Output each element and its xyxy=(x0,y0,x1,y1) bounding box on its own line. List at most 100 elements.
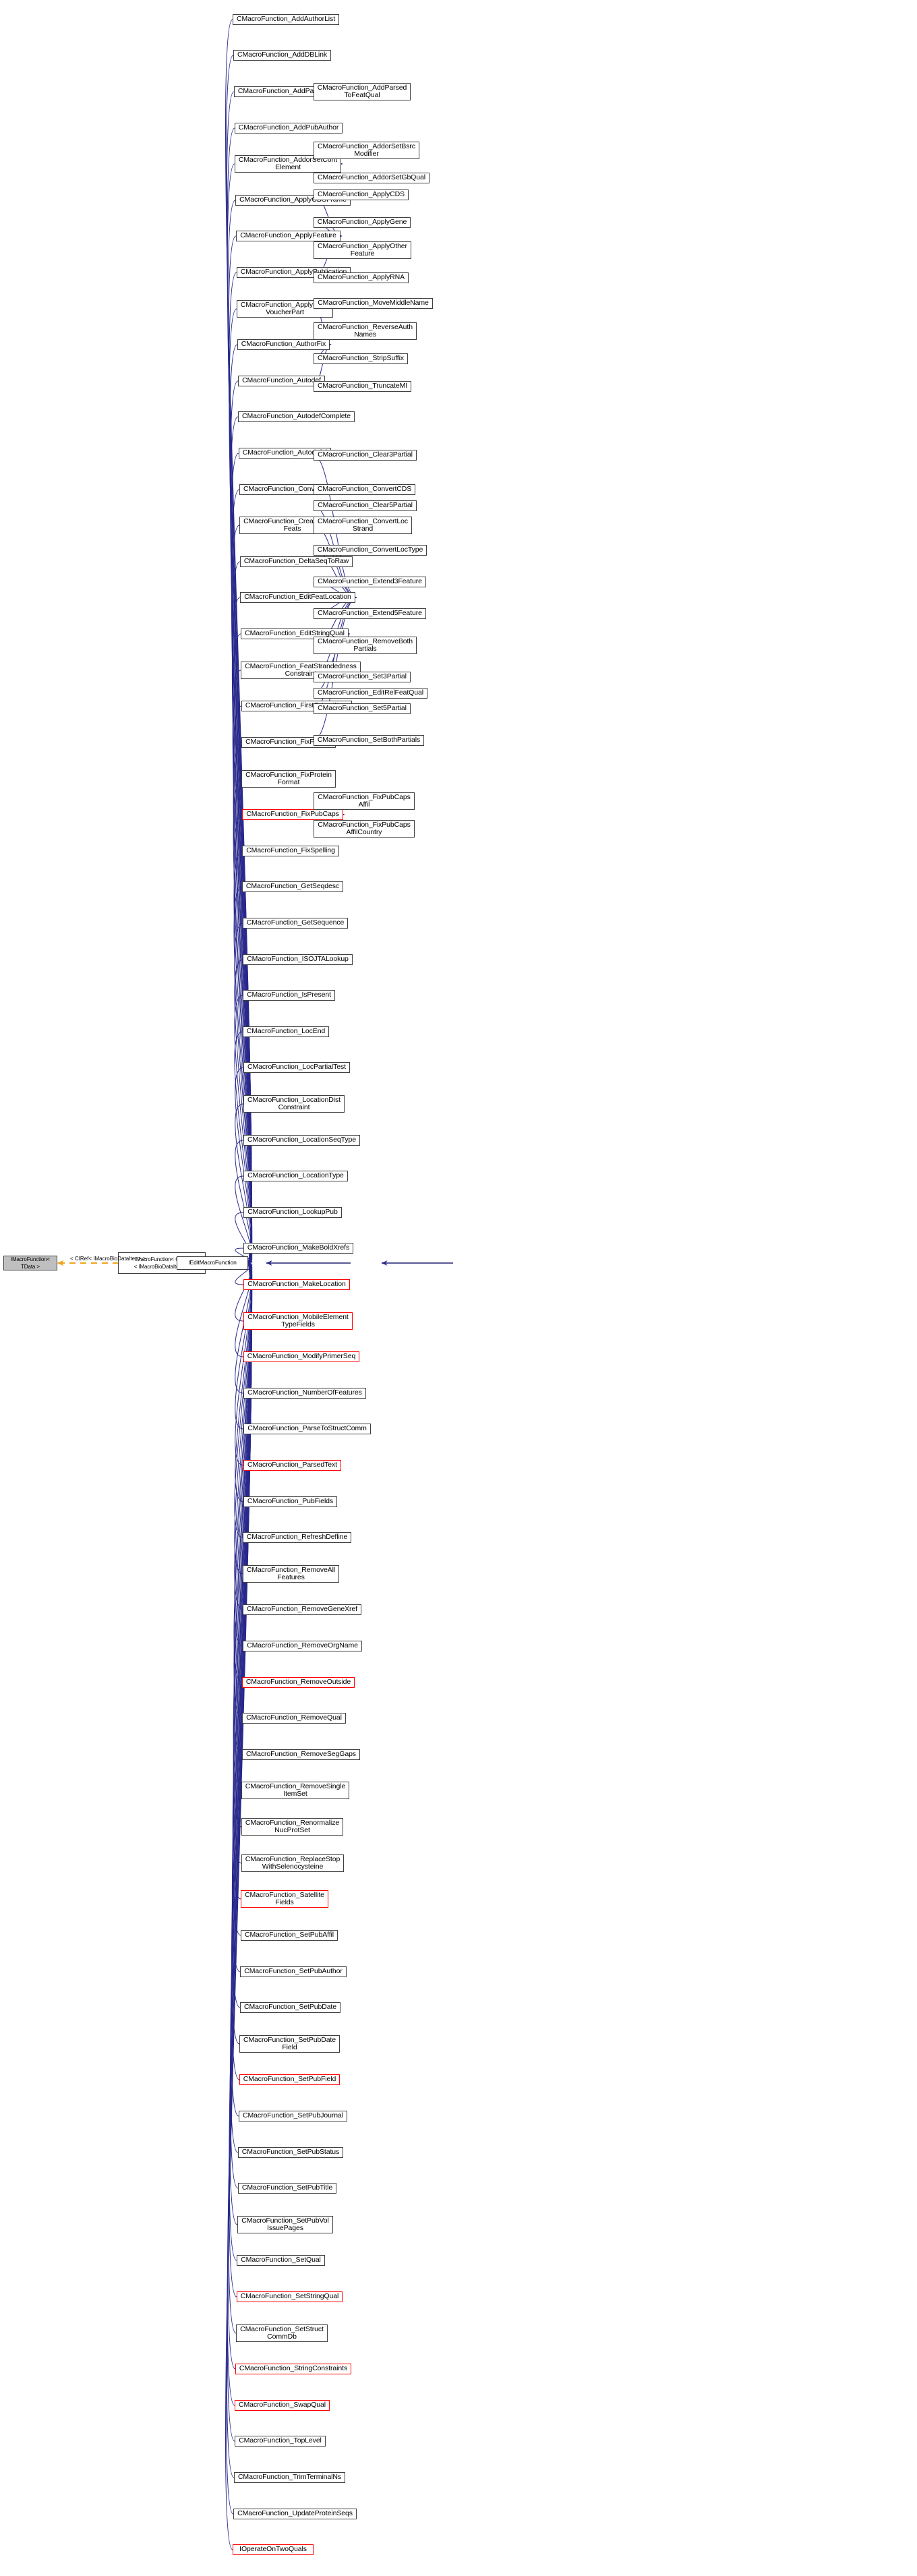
class-node[interactable]: CMacroFunction_FixProtein Format xyxy=(241,770,336,788)
class-node[interactable]: CMacroFunction_AddorSetBsrc Modifier xyxy=(314,142,419,159)
class-node[interactable]: CMacroFunction_DeltaSeqToRaw xyxy=(240,556,353,567)
class-node[interactable]: CMacroFunction_LookupPub xyxy=(243,1207,342,1218)
inherit-edge xyxy=(231,489,252,1264)
class-node[interactable]: CMacroFunction_ReverseAuth Names xyxy=(314,322,417,340)
class-node[interactable]: CMacroFunction_AuthorFix xyxy=(237,339,330,350)
class-node[interactable]: CMacroFunction_TruncateMI xyxy=(314,381,411,392)
class-node[interactable]: CMacroFunction_ApplyOther Feature xyxy=(314,241,411,259)
class-node[interactable]: CMacroFunction_SetStringQual xyxy=(237,2291,343,2302)
class-node[interactable]: CMacroFunction_RemoveOrgName xyxy=(243,1641,362,1651)
class-node[interactable]: CMacroFunction_Clear3Partial xyxy=(314,450,417,461)
class-node[interactable]: CMacroFunction_EditRelFeatQual xyxy=(314,688,427,699)
class-node[interactable]: CMacroFunction_SetPubJournal xyxy=(239,2111,347,2121)
class-node[interactable]: CMacroFunction_Satellite Fields xyxy=(241,1890,328,1908)
class-node[interactable]: CMacroFunction_MakeLocation xyxy=(243,1279,350,1290)
class-node[interactable]: CMacroFunction_RemoveQual xyxy=(242,1713,346,1724)
inherit-edge xyxy=(235,1212,253,1264)
class-node[interactable]: CMacroFunction_FixSpelling xyxy=(242,846,339,856)
class-node[interactable]: CMacroFunction_ApplyCDS xyxy=(314,189,409,200)
class-node[interactable]: CMacroFunction_IsPresent xyxy=(243,990,335,1001)
class-node[interactable]: CMacroFunction_ReplaceStop WithSelenocys… xyxy=(241,1854,344,1872)
class-node[interactable]: CMacroFunction_SetPubVol IssuePages xyxy=(237,2216,333,2233)
class-node[interactable]: CMacroFunction_ISOJTALookup xyxy=(243,954,353,965)
class-node[interactable]: CMacroFunction_RemoveSegGaps xyxy=(242,1749,360,1760)
class-node[interactable]: CMacroFunction_Autodef xyxy=(238,376,325,386)
class-node[interactable]: CMacroFunction_ConvertLocType xyxy=(314,545,427,556)
class-node[interactable]: CMacroFunction_AddAuthorList xyxy=(233,14,339,25)
class-node[interactable]: CMacroFunction_SetQual xyxy=(237,2255,325,2266)
class-node[interactable]: CMacroFunction_FixPubCaps Affil xyxy=(314,792,415,810)
class-node[interactable]: CMacroFunction_RemoveOutside xyxy=(242,1677,355,1688)
class-node[interactable]: CMacroFunction_ApplyFeature xyxy=(236,231,341,241)
class-node[interactable]: CMacroFunction_NumberOfFeatures xyxy=(243,1388,366,1399)
class-node[interactable]: CMacroFunction_RemoveBoth Partials xyxy=(314,637,417,654)
inherit-edge xyxy=(231,1262,252,2080)
class-node[interactable]: CMacroFunction_EditFeatLocation xyxy=(240,592,355,603)
class-node[interactable]: CMacroFunction_Set5Partial xyxy=(314,703,411,714)
class-node[interactable]: CMacroFunction_ParseToStructComm xyxy=(243,1424,371,1434)
class-node[interactable]: CMacroFunction_GetSeqdesc xyxy=(242,881,343,892)
class-node[interactable]: CMacroFunction_LocationSeqType xyxy=(243,1135,360,1146)
class-node[interactable]: CMacroFunction_Renormalize NucProtSet xyxy=(241,1818,343,1836)
class-node[interactable]: CMacroFunction_SetPubTitle xyxy=(238,2183,336,2194)
inherit-edge xyxy=(233,1262,253,1791)
class-node[interactable]: CMacroFunction_SetPubAffil xyxy=(241,1930,338,1941)
class-node[interactable]: CMacroFunction_RefreshDefline xyxy=(243,1532,351,1543)
class-node[interactable]: CMacroFunction_LocEnd xyxy=(243,1026,329,1037)
class-node[interactable]: CMacroFunction_SetPubStatus xyxy=(238,2147,343,2158)
class-node[interactable]: CMacroFunction_FixPubCaps AffilCountry xyxy=(314,820,415,838)
node-ieditmacrofunction[interactable]: IEditMacroFunction xyxy=(177,1256,248,1270)
class-node[interactable]: CMacroFunction_TrimTerminalNs xyxy=(234,2472,345,2483)
class-node[interactable]: CMacroFunction_SetStruct CommDb xyxy=(236,2324,328,2342)
class-node[interactable]: CMacroFunction_Clear5Partial xyxy=(314,500,417,511)
class-node[interactable]: CMacroFunction_ApplyRNA xyxy=(314,272,409,283)
class-node[interactable]: CMacroFunction_RemoveAll Features xyxy=(243,1565,339,1583)
class-node[interactable]: CMacroFunction_ParsedText xyxy=(243,1460,341,1471)
node-imacrofunction-tdata[interactable]: IMacroFunction< TData > xyxy=(3,1256,57,1270)
class-node[interactable]: CMacroFunction_SetPubField xyxy=(239,2074,340,2085)
inherit-edge xyxy=(229,1262,252,2297)
class-node[interactable]: CMacroFunction_AddPubAuthor xyxy=(235,123,343,134)
class-node[interactable]: CMacroFunction_MobileElement TypeFields xyxy=(243,1312,353,1330)
class-node[interactable]: CMacroFunction_AddDBLink xyxy=(233,50,331,61)
inherit-edge xyxy=(231,1262,252,2045)
class-node[interactable]: CMacroFunction_ModifyPrimerSeq xyxy=(243,1351,359,1362)
class-node[interactable]: CMacroFunction_LocationDist Constraint xyxy=(243,1095,345,1113)
class-node[interactable]: CMacroFunction_ConvertCDS xyxy=(314,484,415,495)
class-node[interactable]: CMacroFunction_ConvertLoc Strand xyxy=(314,517,412,534)
inherit-edge xyxy=(231,597,252,1264)
class-node[interactable]: CMacroFunction_MakeBoldXrefs xyxy=(243,1243,353,1254)
class-node[interactable]: CMacroFunction_LocPartialTest xyxy=(243,1062,350,1073)
class-node[interactable]: CMacroFunction_StringConstraints xyxy=(235,2364,351,2374)
class-node[interactable]: CMacroFunction_AddParsed ToFeatQual xyxy=(314,83,411,100)
inherit-edge xyxy=(232,633,252,1264)
inherit-edge xyxy=(235,1103,253,1264)
class-node[interactable]: CMacroFunction_RemoveGeneXref xyxy=(243,1604,361,1615)
class-node[interactable]: CMacroFunction_RemoveSingle ItemSet xyxy=(241,1782,349,1799)
edge-layer xyxy=(57,19,453,2550)
class-node[interactable]: CMacroFunction_SetPubDate xyxy=(240,2002,341,2013)
class-node[interactable]: CMacroFunction_SetPubAuthor xyxy=(240,1966,347,1977)
class-node[interactable]: CMacroFunction_ApplyGene xyxy=(314,217,411,228)
class-node[interactable]: CMacroFunction_MoveMiddleName xyxy=(314,298,433,309)
class-node[interactable]: CMacroFunction_TopLevel xyxy=(235,2436,326,2447)
class-node[interactable]: CMacroFunction_StripSuffix xyxy=(314,353,408,364)
inherit-edge xyxy=(234,1262,253,1575)
class-node[interactable]: CMacroFunction_SetPubDate Field xyxy=(239,2035,340,2053)
inherit-edge xyxy=(233,850,253,1264)
class-node[interactable]: CMacroFunction_FixPubCaps xyxy=(242,809,343,820)
class-node[interactable]: CMacroFunction_SwapQual xyxy=(235,2400,330,2411)
class-node[interactable]: IOperateOnTwoQuals xyxy=(233,2544,314,2555)
class-node[interactable]: CMacroFunction_LocationType xyxy=(243,1171,348,1181)
class-node[interactable]: CMacroFunction_PubFields xyxy=(243,1496,337,1507)
class-node[interactable]: CMacroFunction_AddorSetGbQual xyxy=(314,173,430,183)
class-node[interactable]: CMacroFunction_UpdateProteinSeqs xyxy=(233,2509,357,2519)
class-node[interactable]: CMacroFunction_AutodefComplete xyxy=(238,411,355,422)
class-node[interactable]: CMacroFunction_Extend3Feature xyxy=(314,577,426,587)
inherit-edge xyxy=(235,1262,253,1357)
class-node[interactable]: CMacroFunction_Set3Partial xyxy=(314,672,411,682)
class-node[interactable]: CMacroFunction_Extend5Feature xyxy=(314,608,426,619)
class-node[interactable]: CMacroFunction_SetBothPartials xyxy=(314,735,424,746)
edge-label-ciref: < CIRef< IMacroBioDataIter > > xyxy=(70,1256,146,1262)
class-node[interactable]: CMacroFunction_GetSequence xyxy=(243,918,348,929)
